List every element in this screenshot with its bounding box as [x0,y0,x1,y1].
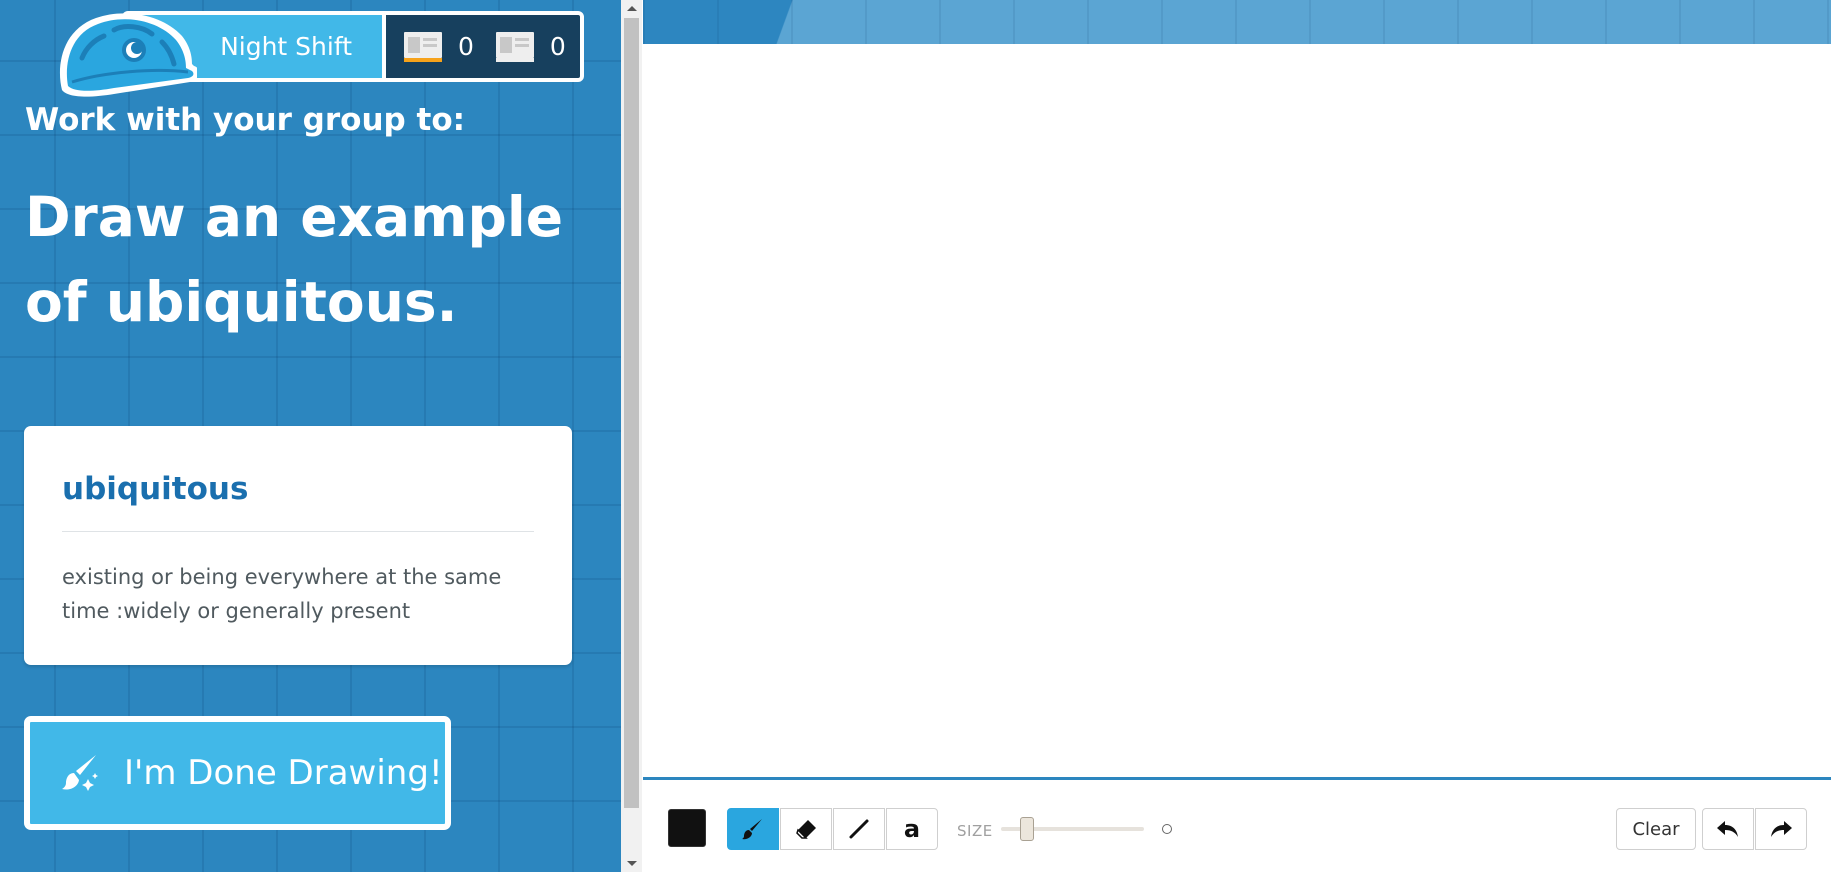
helmet-logo-icon [59,13,197,97]
redo-icon [1771,821,1792,837]
scroll-thumb[interactable] [624,18,639,808]
drawing-prompt: Draw an example of ubiquitous. [25,185,563,334]
vertical-scrollbar[interactable] [621,0,642,872]
undo-button[interactable] [1702,808,1754,850]
stat-cards: 0 [495,31,566,62]
definition-card: ubiquitous existing or being everywhere … [24,426,572,665]
text-tool-button[interactable]: a [886,808,938,850]
size-slider-thumb[interactable] [1020,817,1034,841]
eraser-tool-button[interactable] [780,808,832,850]
paintbrush-sparkle-icon [62,755,98,791]
canvas-header-banner [643,0,1831,44]
stats-bar: 0 0 [386,15,580,78]
stat-count: 0 [549,32,566,61]
drawing-toolbar: a SIZE Clear [643,780,1831,872]
brush-icon [742,819,762,840]
clear-button[interactable]: Clear [1616,808,1696,850]
card-icon [495,31,534,62]
scroll-up-arrow-icon[interactable] [627,6,637,11]
redo-button[interactable] [1755,808,1807,850]
done-button-label: I'm Done Drawing! [124,753,443,793]
size-preview-dot [1162,824,1172,834]
drawing-canvas[interactable] [643,44,1831,777]
color-picker-swatch[interactable] [668,809,706,847]
size-label: SIZE [957,822,993,840]
eraser-icon [796,820,816,839]
text-icon: a [903,815,921,843]
stat-cards-completed: 0 [404,31,474,62]
line-tool-button[interactable] [833,808,885,850]
line-icon [849,819,869,839]
size-slider[interactable] [1001,817,1144,841]
scroll-down-arrow-icon[interactable] [627,861,637,866]
done-drawing-button[interactable]: I'm Done Drawing! [24,716,451,830]
tool-group: a [727,808,939,850]
stat-count: 0 [458,32,474,61]
brush-tool-button[interactable] [727,808,779,850]
vocab-definition: existing or being everywhere at the same… [62,565,502,623]
card-icon-orange [404,31,442,62]
vocab-word: ubiquitous [62,469,534,532]
left-panel: Night Shift 0 0 Work with your group to:… [0,0,621,872]
undo-icon [1717,821,1738,837]
instruction-text: Work with your group to: [25,102,466,138]
